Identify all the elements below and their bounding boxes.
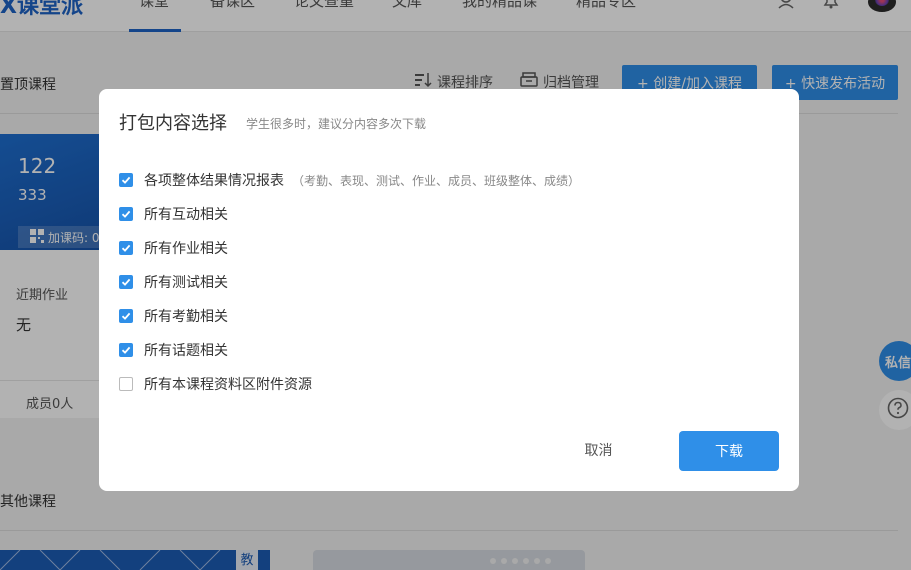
option-topics[interactable]: 所有话题相关 <box>119 340 228 360</box>
option-label: 所有本课程资料区附件资源 <box>144 377 312 393</box>
option-label: 各项整体结果情况报表 <box>144 173 284 189</box>
checkbox-checked[interactable] <box>119 241 133 255</box>
option-note: （考勤、表现、测试、作业、成员、班级整体、成绩） <box>292 173 581 188</box>
option-attendance[interactable]: 所有考勤相关 <box>119 306 228 326</box>
option-label: 所有考勤相关 <box>144 309 228 325</box>
checkbox-checked[interactable] <box>119 309 133 323</box>
dialog-hint: 学生很多时，建议分内容多次下载 <box>246 117 427 131</box>
option-label: 所有话题相关 <box>144 343 228 359</box>
option-homework[interactable]: 所有作业相关 <box>119 238 228 258</box>
option-label: 所有互动相关 <box>144 207 228 223</box>
package-content-dialog: 打包内容选择 学生很多时，建议分内容多次下载 各项整体结果情况报表 （考勤、表现… <box>99 89 799 491</box>
option-overall-report[interactable]: 各项整体结果情况报表 （考勤、表现、测试、作业、成员、班级整体、成绩） <box>119 170 580 190</box>
option-interaction[interactable]: 所有互动相关 <box>119 204 228 224</box>
option-tests[interactable]: 所有测试相关 <box>119 272 228 292</box>
dialog-title: 打包内容选择 <box>119 113 227 134</box>
checkbox-checked[interactable] <box>119 343 133 357</box>
option-label: 所有作业相关 <box>144 241 228 257</box>
option-attachments[interactable]: 所有本课程资料区附件资源 <box>119 374 312 394</box>
checkbox-unchecked[interactable] <box>119 377 133 391</box>
download-button[interactable]: 下载 <box>679 431 779 471</box>
checkbox-checked[interactable] <box>119 275 133 289</box>
checkbox-checked[interactable] <box>119 173 133 187</box>
option-label: 所有测试相关 <box>144 275 228 291</box>
checkbox-checked[interactable] <box>119 207 133 221</box>
cancel-button[interactable]: 取消 <box>561 432 636 468</box>
